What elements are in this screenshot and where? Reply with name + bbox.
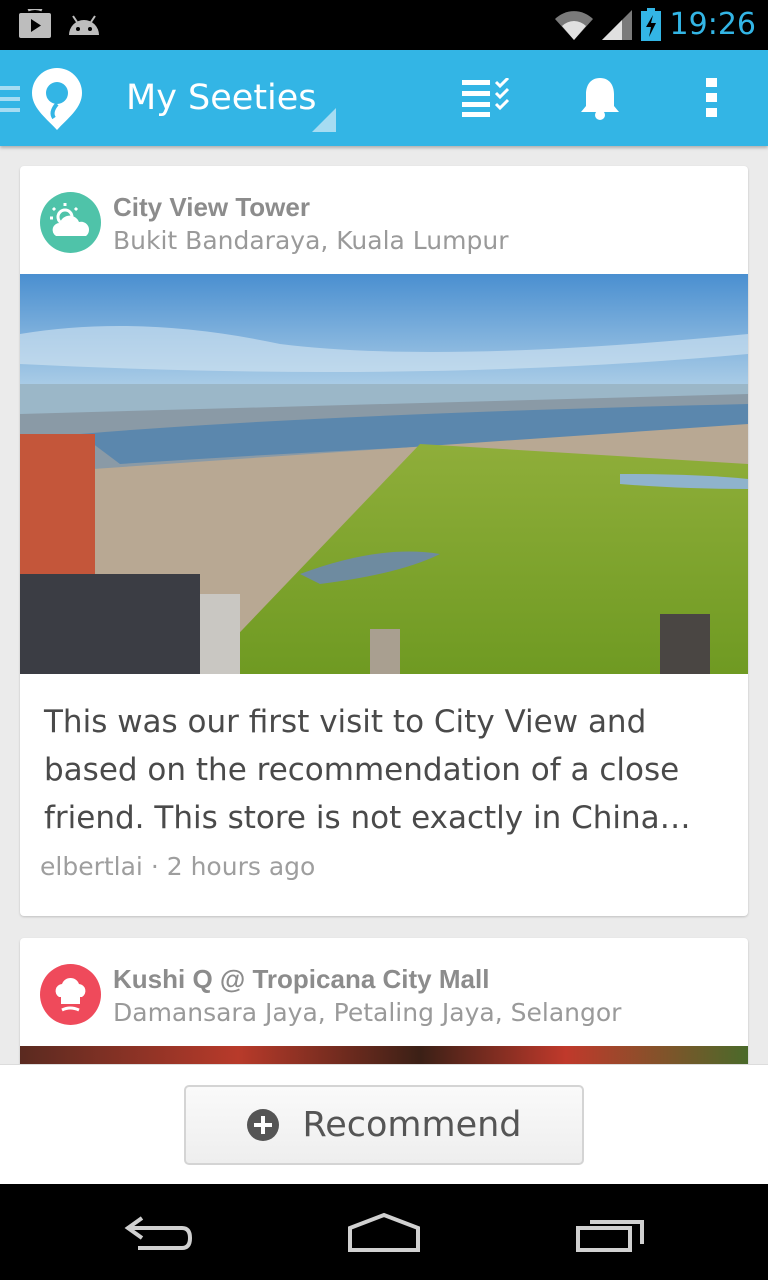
place-name[interactable]: City View Tower (113, 192, 310, 223)
android-icon (69, 15, 99, 35)
feed-list[interactable]: City View Tower Bukit Bandaraya, Kuala L… (0, 146, 768, 1064)
back-icon[interactable] (124, 1216, 194, 1252)
dropdown-indicator-icon (312, 108, 336, 132)
battery-charging-icon (640, 8, 661, 41)
page-title[interactable]: My Seeties (126, 74, 317, 122)
time-ago: 2 hours ago (166, 852, 316, 881)
recent-apps-icon[interactable] (574, 1214, 646, 1254)
clock: 19:26 (669, 7, 756, 42)
overflow-menu-icon[interactable] (706, 78, 718, 118)
seeties-logo-icon[interactable] (30, 66, 84, 132)
plus-circle-icon (247, 1109, 280, 1141)
recommend-label: Recommend (302, 1105, 522, 1145)
system-nav-bar (0, 1184, 768, 1280)
chef-hat-icon (40, 964, 101, 1025)
place-address: Damansara Jaya, Petaling Jaya, Selangor (113, 998, 622, 1027)
post-photo[interactable] (20, 1046, 748, 1064)
post-card[interactable]: Kushi Q @ Tropicana City Mall Damansara … (20, 938, 748, 1064)
place-name[interactable]: Kushi Q @ Tropicana City Mall (113, 964, 489, 995)
post-card[interactable]: City View Tower Bukit Bandaraya, Kuala L… (20, 166, 748, 916)
place-address: Bukit Bandaraya, Kuala Lumpur (113, 226, 509, 255)
menu-icon[interactable] (0, 86, 20, 112)
bottom-action-bar: Recommend (0, 1064, 768, 1184)
home-icon[interactable] (346, 1212, 422, 1254)
wifi-icon (554, 11, 593, 40)
signal-icon (601, 10, 632, 40)
status-bar: 19:26 (0, 0, 768, 50)
weather-cloud-sun-icon (40, 192, 101, 253)
review-text[interactable]: This was our first visit to City View an… (20, 674, 748, 842)
play-store-icon (19, 9, 51, 38)
action-bar: My Seeties (0, 50, 768, 146)
post-photo[interactable] (20, 274, 748, 674)
meta-separator: · (150, 852, 159, 881)
checklist-icon[interactable] (462, 78, 514, 118)
author-name[interactable]: elbertlai (40, 852, 143, 881)
recommend-button[interactable]: Recommend (184, 1085, 584, 1165)
post-header[interactable]: City View Tower Bukit Bandaraya, Kuala L… (20, 166, 748, 274)
post-header[interactable]: Kushi Q @ Tropicana City Mall Damansara … (20, 938, 748, 1046)
notification-bell-icon[interactable] (580, 76, 620, 120)
post-meta: elbertlai · 2 hours ago (20, 842, 748, 916)
